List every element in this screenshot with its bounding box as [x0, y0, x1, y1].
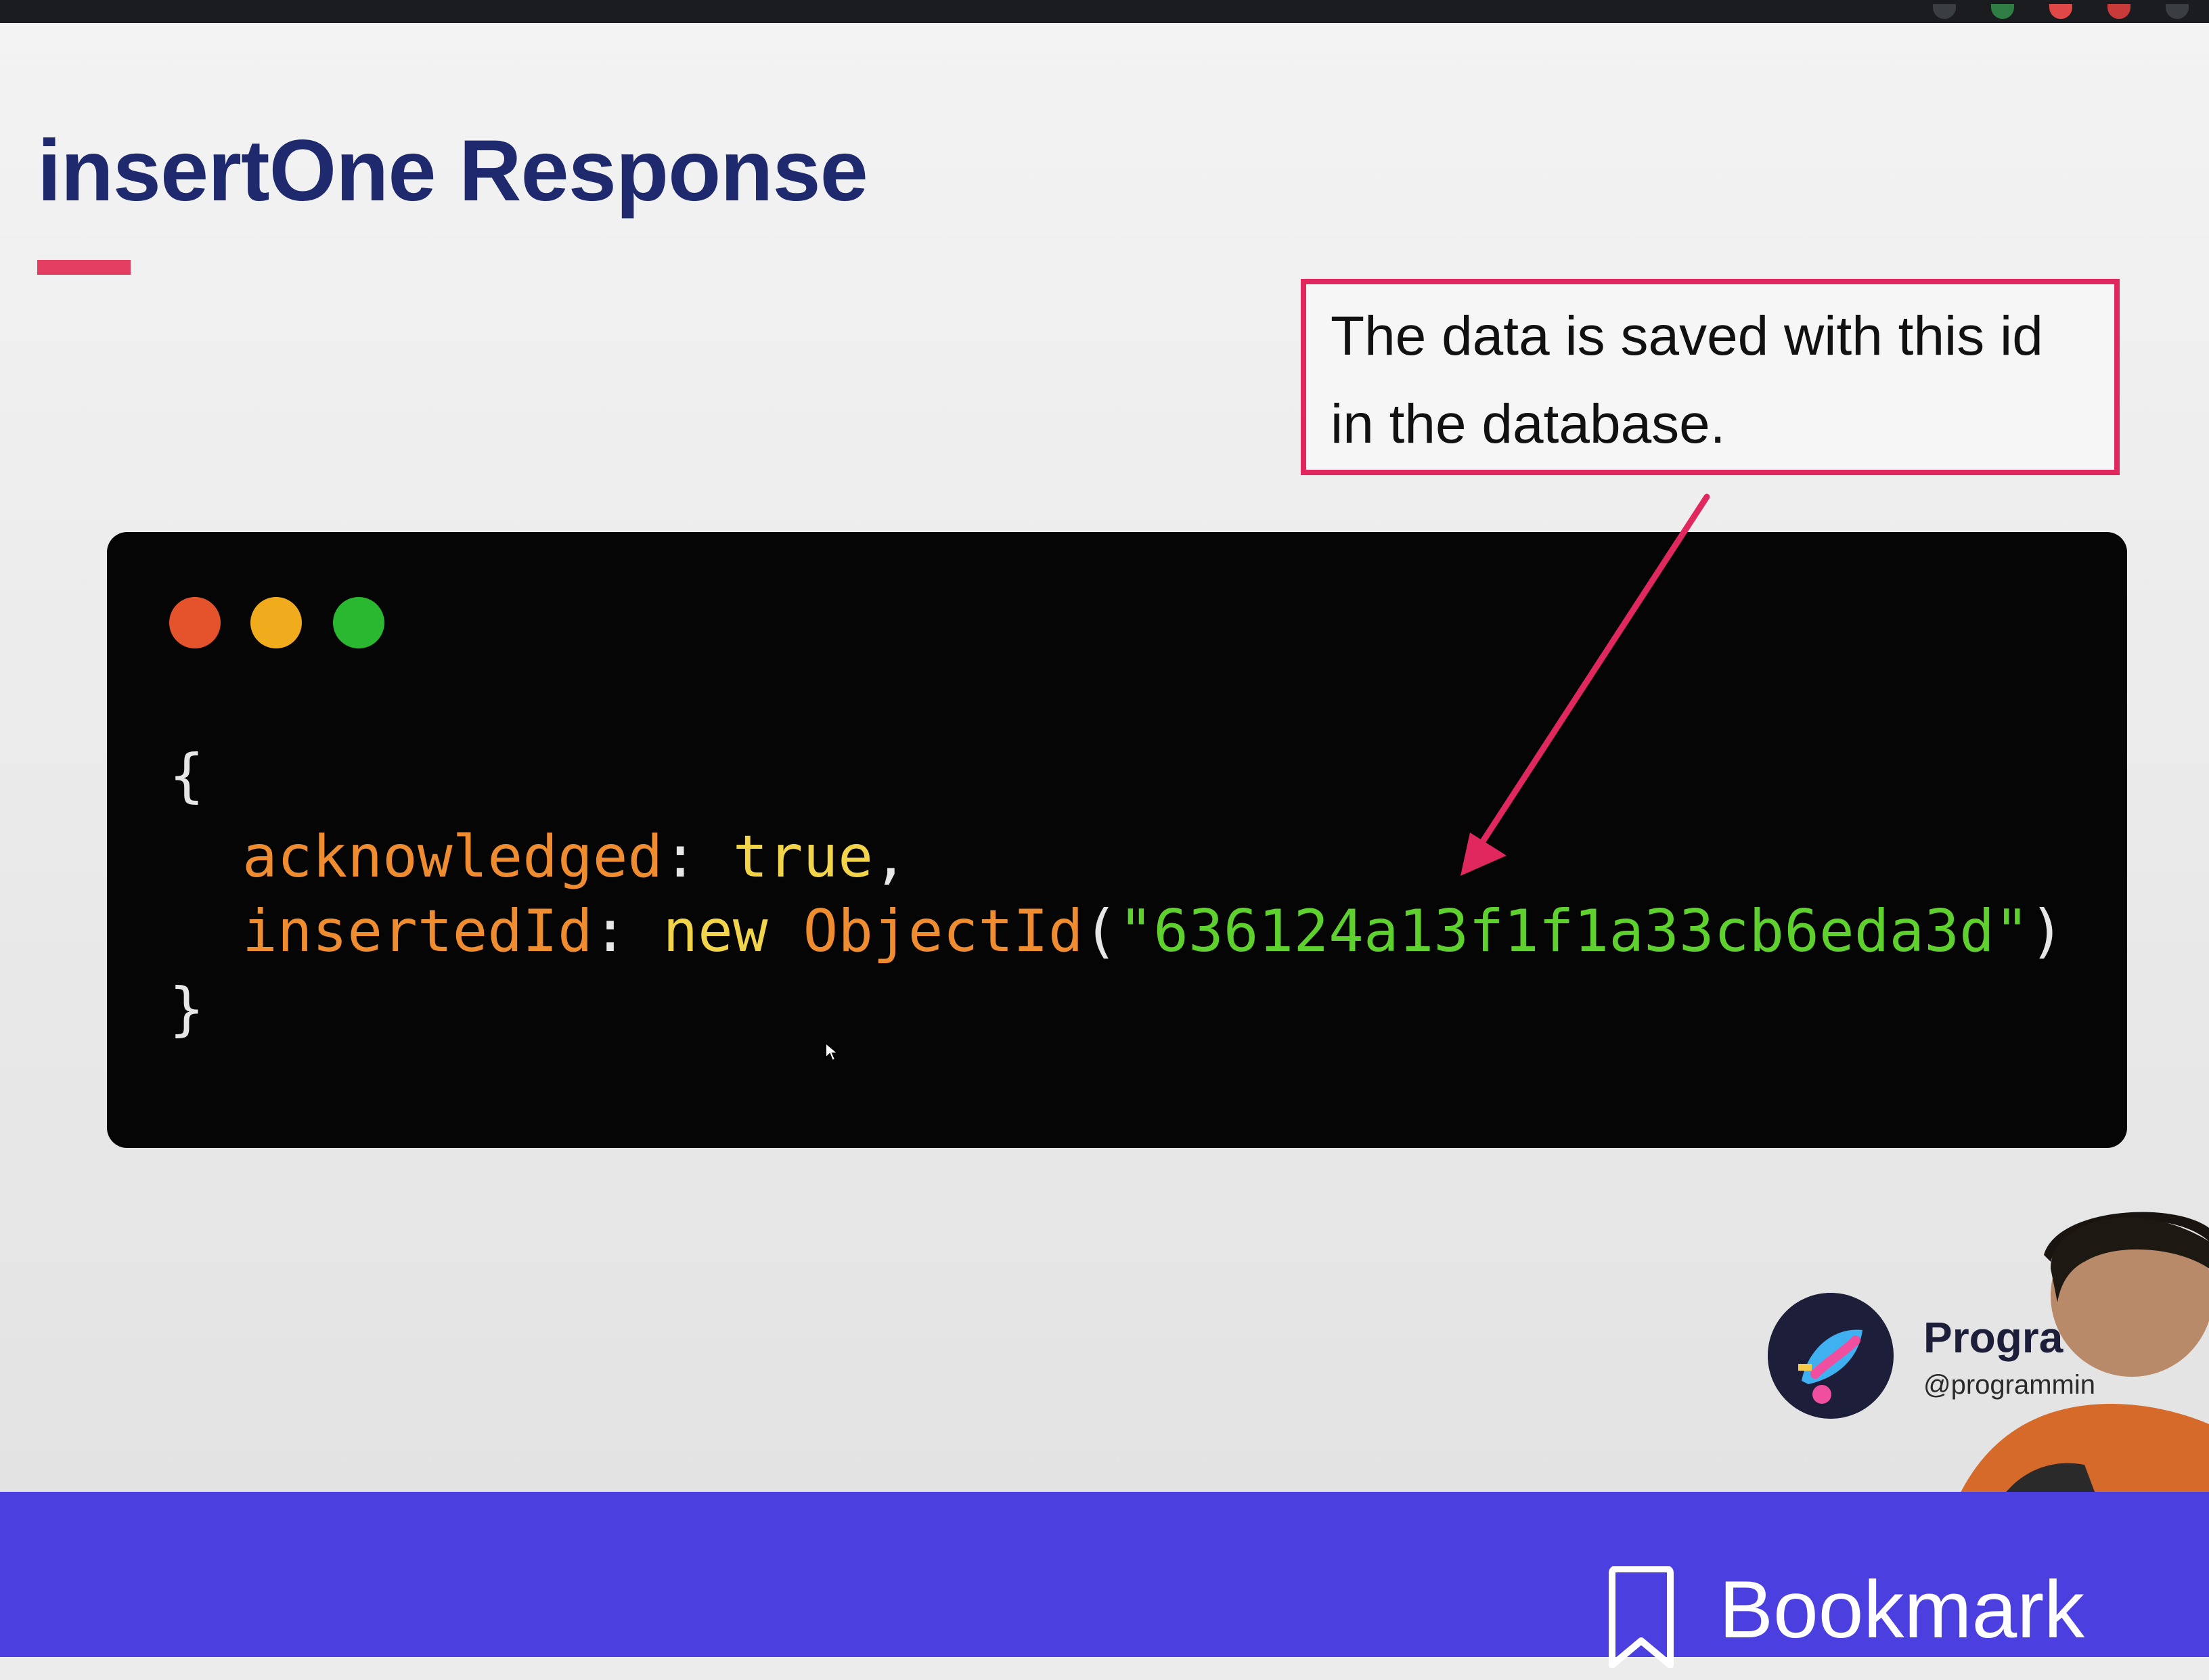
browser-extension-icons [1933, 0, 2189, 23]
bookmark-button[interactable]: Bookmark [1604, 1564, 2085, 1668]
code-class-objectid: ObjectId [803, 898, 1084, 965]
code-window: { acknowledged: true, insertedId: new Ob… [107, 532, 2127, 1148]
presenter-webcam-overlay [1949, 1201, 2209, 1519]
code-comma: , [873, 823, 908, 891]
code-value-true: true [732, 823, 873, 891]
code-id-string: "636124a13f1f1a33cb6eda3d" [1118, 898, 2030, 965]
code-open-brace: { [169, 742, 204, 810]
channel-logo-icon [1768, 1293, 1894, 1419]
code-colon: : [592, 898, 663, 965]
code-key-inserted-id: insertedId [242, 898, 593, 965]
bottom-action-bar: Bookmark [0, 1492, 2209, 1668]
code-key-acknowledged: acknowledged [242, 823, 663, 891]
extension-icon[interactable] [2107, 4, 2130, 19]
bookmark-icon [1609, 1566, 1674, 1668]
code-line-acknowledged: acknowledged: true, [242, 823, 908, 891]
code-keyword-new: new [663, 898, 803, 965]
presentation-slide: insertOne Response The data is saved wit… [0, 23, 2209, 1519]
code-close-paren: ) [2029, 898, 2065, 965]
title-underline [37, 260, 131, 275]
window-minimize-dot-icon [250, 597, 302, 648]
callout-line-2: in the database. [1331, 393, 1726, 455]
mouse-cursor-icon [825, 1042, 839, 1062]
callout-box: The data is saved with this id in the da… [1301, 279, 2120, 475]
code-colon: : [663, 823, 733, 891]
window-close-dot-icon [169, 597, 221, 648]
window-maximize-dot-icon [333, 597, 384, 648]
browser-top-bar [0, 0, 2209, 23]
extension-icon[interactable] [2166, 4, 2189, 19]
code-line-inserted-id: insertedId: new ObjectId("636124a13f1f1a… [242, 898, 2064, 965]
extension-icon[interactable] [2049, 4, 2072, 19]
code-close-brace: } [169, 975, 204, 1043]
extension-icon[interactable] [1933, 4, 1956, 19]
code-open-paren: ( [1083, 898, 1119, 965]
slide-title: insertOne Response [37, 123, 868, 219]
callout-line-1: The data is saved with this id [1331, 305, 2043, 367]
bookmark-label: Bookmark [1719, 1564, 2085, 1655]
extension-icon[interactable] [1991, 4, 2014, 19]
